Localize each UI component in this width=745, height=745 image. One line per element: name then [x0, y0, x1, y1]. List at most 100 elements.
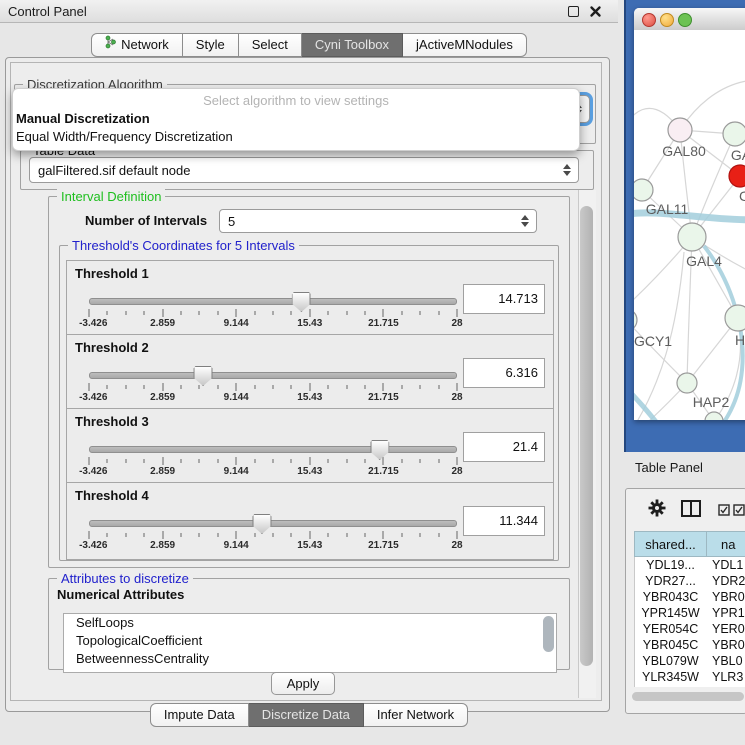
- dropdown-placeholder: Select algorithm to view settings: [13, 93, 579, 108]
- table-row[interactable]: YIL052CYIL0: [635, 685, 745, 687]
- table-row[interactable]: YDL19...YDL1: [635, 557, 745, 573]
- cell-name[interactable]: YER0: [706, 621, 745, 637]
- table-body: YDL19...YDL1YDR27...YDR2YBR043CYBR0YPR14…: [634, 557, 745, 687]
- control-panel-titlebar: Control Panel: [0, 0, 618, 23]
- cell-name[interactable]: YBR0: [706, 637, 745, 653]
- threshold-slider[interactable]: -3.4262.8599.14415.4321.71528: [89, 291, 457, 331]
- network-node[interactable]: [678, 223, 706, 251]
- close-traffic-light[interactable]: [642, 13, 656, 27]
- close-icon[interactable]: [589, 5, 602, 18]
- slider-ticks: [89, 531, 457, 539]
- cell-shared-name[interactable]: YER054C: [635, 621, 706, 637]
- apply-button[interactable]: Apply: [271, 672, 335, 695]
- column-header-name[interactable]: na: [706, 531, 745, 557]
- network-node-label: HAP2: [693, 394, 730, 410]
- checkbox-icon[interactable]: [733, 503, 745, 521]
- checkbox-icon[interactable]: [718, 503, 730, 521]
- network-node-label: GAL11: [646, 201, 689, 217]
- tab-select[interactable]: Select: [239, 33, 302, 57]
- numerical-attributes-label: Numerical Attributes: [57, 587, 184, 602]
- table-row[interactable]: YPR145WYPR1: [635, 605, 745, 621]
- column-header-shared-name[interactable]: shared...: [634, 531, 706, 557]
- cell-name[interactable]: YLR3: [706, 669, 745, 685]
- num-intervals-combobox[interactable]: 5: [219, 209, 537, 233]
- network-node[interactable]: [634, 309, 637, 331]
- network-node[interactable]: [677, 373, 697, 393]
- columns-icon[interactable]: [681, 500, 701, 522]
- network-node[interactable]: [634, 179, 653, 201]
- table-row[interactable]: YBR043CYBR0: [635, 589, 745, 605]
- threshold-value-field[interactable]: 6.316: [463, 358, 545, 388]
- threshold-block: Threshold 3-3.4262.8599.14415.4321.71528…: [66, 408, 554, 486]
- network-canvas[interactable]: GAL80GACGAL11GAL4GCY1HHAP2: [634, 30, 745, 420]
- zoom-traffic-light[interactable]: [678, 13, 692, 27]
- slider-track[interactable]: [89, 520, 457, 527]
- threshold-slider[interactable]: -3.4262.8599.14415.4321.71528: [89, 439, 457, 479]
- tab-jactivemnodules[interactable]: jActiveMNodules: [403, 33, 527, 57]
- threshold-label: Threshold 2: [75, 340, 149, 355]
- network-node[interactable]: [725, 305, 745, 331]
- panel-scrollbar-thumb[interactable]: [580, 206, 593, 666]
- network-node[interactable]: [729, 165, 745, 187]
- slider-track[interactable]: [89, 298, 457, 305]
- interval-definition-title: Interval Definition: [57, 189, 165, 204]
- horizontal-scrollbar-thumb[interactable]: [632, 692, 744, 701]
- table-row[interactable]: YBL079WYBL0: [635, 653, 745, 669]
- list-item[interactable]: TopologicalCoefficient: [64, 632, 556, 650]
- network-window-titlebar[interactable]: [634, 8, 745, 31]
- tab-style[interactable]: Style: [183, 33, 239, 57]
- network-node-label: GCY1: [634, 333, 672, 349]
- cell-shared-name[interactable]: YIL052C: [635, 685, 706, 687]
- slider-ticks: [89, 309, 457, 317]
- cell-shared-name[interactable]: YPR145W: [635, 605, 706, 621]
- cell-shared-name[interactable]: YDR27...: [635, 573, 706, 589]
- cell-shared-name[interactable]: YBR043C: [635, 589, 706, 605]
- cell-shared-name[interactable]: YDL19...: [635, 557, 706, 573]
- gear-icon[interactable]: [648, 499, 666, 522]
- table-row[interactable]: YLR345WYLR3: [635, 669, 745, 685]
- float-window-icon[interactable]: [567, 5, 580, 18]
- slider-track[interactable]: [89, 372, 457, 379]
- cell-name[interactable]: YBR0: [706, 589, 745, 605]
- tab-discretize-data[interactable]: Discretize Data: [249, 703, 364, 727]
- list-scrollbar[interactable]: [543, 616, 554, 652]
- network-node[interactable]: [668, 118, 692, 142]
- threshold-value-field[interactable]: 11.344: [463, 506, 545, 536]
- cell-shared-name[interactable]: YBR045C: [635, 637, 706, 653]
- threshold-slider[interactable]: -3.4262.8599.14415.4321.71528: [89, 513, 457, 553]
- cell-name[interactable]: YBL0: [706, 653, 745, 669]
- network-node[interactable]: [705, 412, 723, 420]
- table-row[interactable]: YER054CYER0: [635, 621, 745, 637]
- cell-shared-name[interactable]: YBL079W: [635, 653, 706, 669]
- slider-scale-labels: -3.4262.8599.14415.4321.71528: [89, 540, 457, 552]
- tab-cyni-toolbox[interactable]: Cyni Toolbox: [302, 33, 403, 57]
- threshold-value-field[interactable]: 21.4: [463, 432, 545, 462]
- threshold-value-field[interactable]: 14.713: [463, 284, 545, 314]
- network-node[interactable]: [723, 122, 745, 146]
- cell-name[interactable]: YDR2: [706, 573, 745, 589]
- tab-network[interactable]: Network: [91, 33, 183, 57]
- cell-name[interactable]: YPR1: [706, 605, 745, 621]
- dropdown-item-equal-width[interactable]: Equal Width/Frequency Discretization: [15, 129, 233, 144]
- thresholds-groupbox: Threshold's Coordinates for 5 Intervals …: [59, 245, 559, 561]
- numerical-attributes-list[interactable]: SelfLoops TopologicalCoefficient Between…: [63, 613, 557, 673]
- minimize-traffic-light[interactable]: [660, 13, 674, 27]
- threshold-block: Threshold 4-3.4262.8599.14415.4321.71528…: [66, 482, 554, 560]
- network-node-label: GA: [731, 147, 745, 163]
- tab-infer-network[interactable]: Infer Network: [364, 703, 468, 727]
- table-data-combobox[interactable]: galFiltered.sif default node: [29, 157, 579, 183]
- slider-track[interactable]: [89, 446, 457, 453]
- tab-impute-data[interactable]: Impute Data: [150, 703, 249, 727]
- panel-title: Control Panel: [8, 4, 87, 19]
- table-row[interactable]: YDR27...YDR2: [635, 573, 745, 589]
- threshold-block: Threshold 2 -3.4262.8599.14415.4321.71528…: [66, 334, 554, 412]
- cell-name[interactable]: YIL0: [706, 685, 745, 687]
- cell-name[interactable]: YDL1: [706, 557, 745, 573]
- cell-shared-name[interactable]: YLR345W: [635, 669, 706, 685]
- list-item[interactable]: SelfLoops: [64, 614, 556, 632]
- table-row[interactable]: YBR045CYBR0: [635, 637, 745, 653]
- list-item[interactable]: BetweennessCentrality: [64, 650, 556, 668]
- dropdown-item-manual[interactable]: Manual Discretization: [15, 111, 150, 126]
- threshold-slider[interactable]: -3.4262.8599.14415.4321.71528: [89, 365, 457, 405]
- network-node-label: H: [735, 332, 745, 348]
